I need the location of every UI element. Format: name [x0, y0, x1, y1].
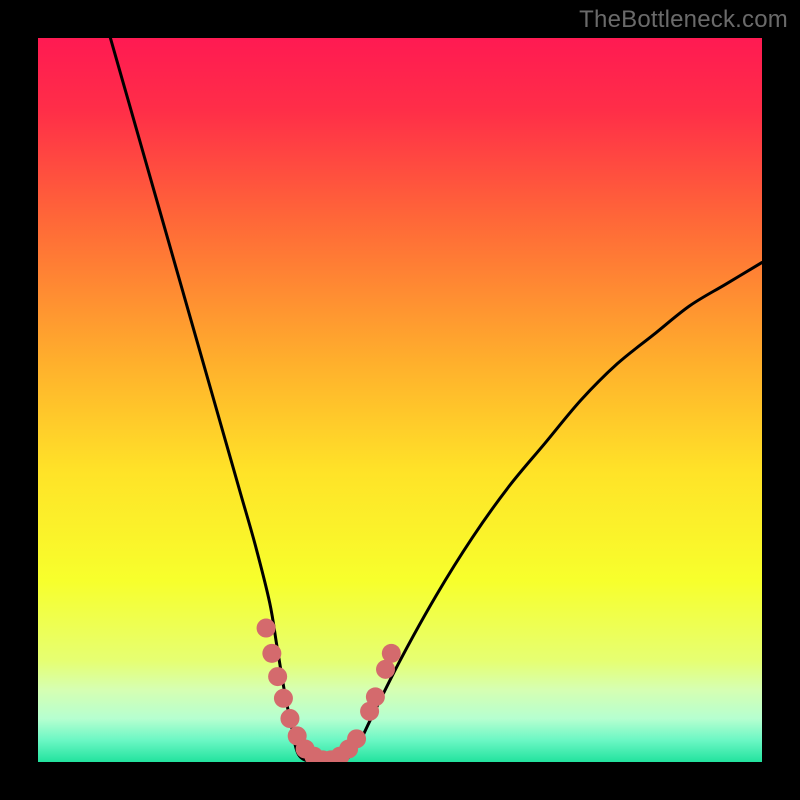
highlight-marker	[268, 667, 287, 686]
bottleneck-curve	[110, 38, 762, 762]
highlight-marker	[347, 729, 366, 748]
highlight-marker	[280, 709, 299, 728]
plot-area	[38, 38, 762, 762]
highlight-marker	[257, 619, 276, 638]
highlight-marker	[382, 644, 401, 663]
curve-layer	[38, 38, 762, 762]
highlight-markers	[257, 619, 401, 762]
highlight-marker	[366, 687, 385, 706]
highlight-marker	[274, 689, 293, 708]
watermark-text: TheBottleneck.com	[579, 6, 788, 34]
chart-frame: TheBottleneck.com	[0, 0, 800, 800]
highlight-marker	[262, 644, 281, 663]
